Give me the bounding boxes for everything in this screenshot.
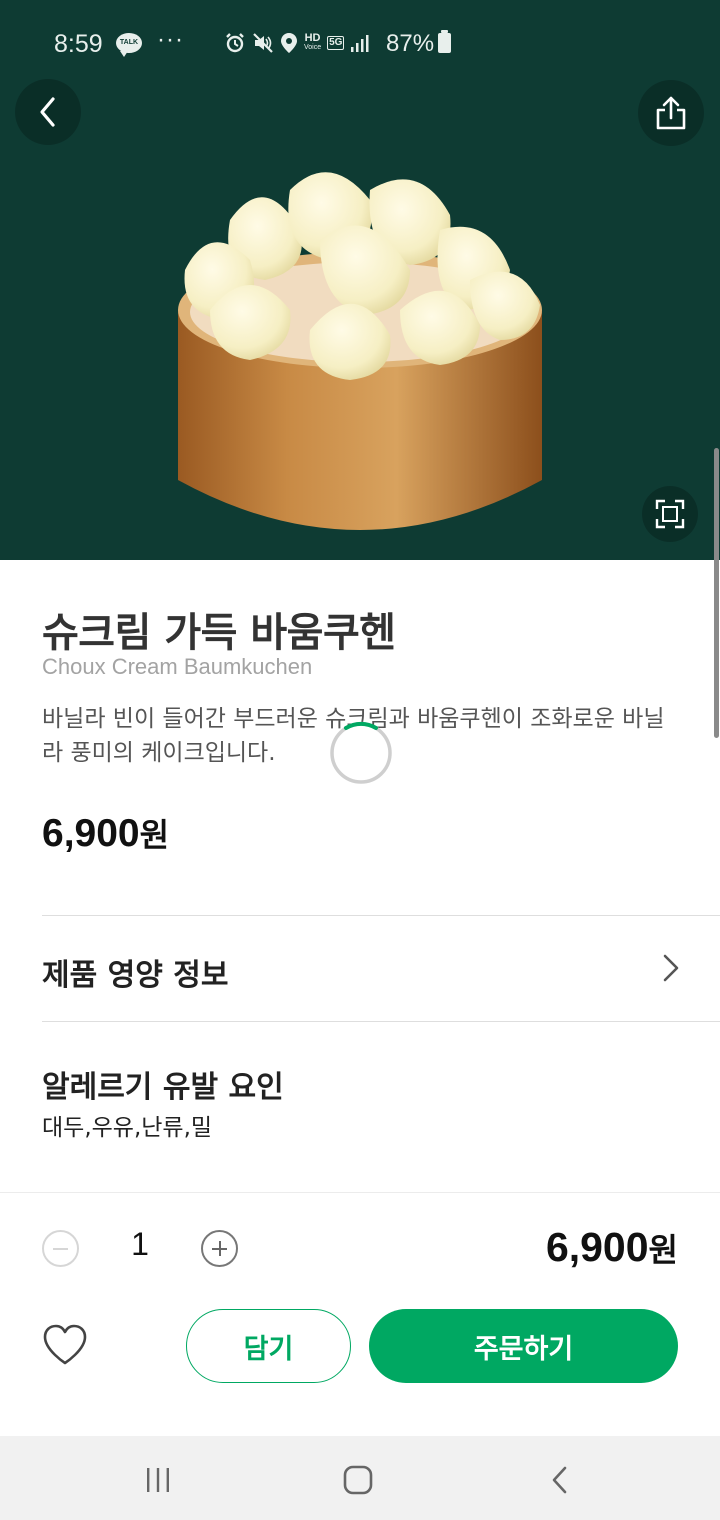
product-english-name: Choux Cream Baumkuchen <box>42 654 313 679</box>
signal-icon <box>351 35 369 52</box>
cake-image <box>178 172 542 530</box>
alarm-icon <box>226 33 244 53</box>
mute-icon <box>253 33 273 53</box>
recent-apps-icon <box>147 1468 169 1492</box>
location-icon <box>281 33 297 53</box>
hd-voice-icon: HD Voice <box>304 32 322 52</box>
network-type-icon: 5G <box>327 36 345 50</box>
chevron-left-icon <box>40 97 55 127</box>
quantity-increase-button[interactable] <box>201 1230 238 1267</box>
product-title: 슈크림 가득 바움쿠헨 <box>42 610 396 656</box>
battery-icon <box>438 30 451 53</box>
chevron-right-icon <box>663 954 679 982</box>
divider <box>42 1021 720 1022</box>
back-arrow-icon <box>552 1466 567 1494</box>
zoom-button[interactable] <box>642 486 698 542</box>
favorite-button[interactable] <box>42 1324 88 1366</box>
total-price: 6,900원 <box>545 1224 678 1270</box>
fullscreen-icon <box>655 499 685 529</box>
status-bar: 8:59 TALK ··· HD Voice 5G 87% <box>0 0 720 88</box>
add-to-cart-button[interactable]: 담기 <box>186 1309 351 1383</box>
nutrition-info-label: 제품 영양 정보 <box>42 958 229 993</box>
product-price: 6,900원 <box>42 812 170 855</box>
system-nav-bar <box>0 1436 720 1520</box>
back-button[interactable] <box>15 79 81 145</box>
share-icon <box>656 96 686 130</box>
status-time: 8:59 <box>54 30 103 58</box>
nutrition-info-row[interactable]: 제품 영양 정보 <box>42 916 720 1020</box>
recent-apps-button[interactable] <box>136 1458 180 1502</box>
kakaotalk-notification-icon: TALK <box>116 33 142 57</box>
status-icons: HD Voice 5G <box>224 30 370 56</box>
quantity-value: 1 <box>131 1226 149 1262</box>
allergy-title: 알레르기 유발 요인 <box>42 1070 284 1105</box>
order-button[interactable]: 주문하기 <box>369 1309 678 1383</box>
scroll-indicator[interactable] <box>714 448 719 738</box>
quantity-decrease-button[interactable] <box>42 1230 79 1267</box>
allergy-list: 대두,우유,난류,밀 <box>42 1115 213 1141</box>
more-notifications-icon: ··· <box>157 26 184 53</box>
heart-icon <box>43 1324 87 1365</box>
system-back-button[interactable] <box>538 1458 582 1502</box>
share-button[interactable] <box>638 80 704 146</box>
home-button[interactable] <box>336 1458 380 1502</box>
home-icon <box>343 1465 373 1495</box>
product-image-area: 8:59 TALK ··· HD Voice 5G 87% <box>0 0 720 560</box>
battery-percent: 87% <box>386 30 435 57</box>
loading-spinner <box>330 721 392 784</box>
